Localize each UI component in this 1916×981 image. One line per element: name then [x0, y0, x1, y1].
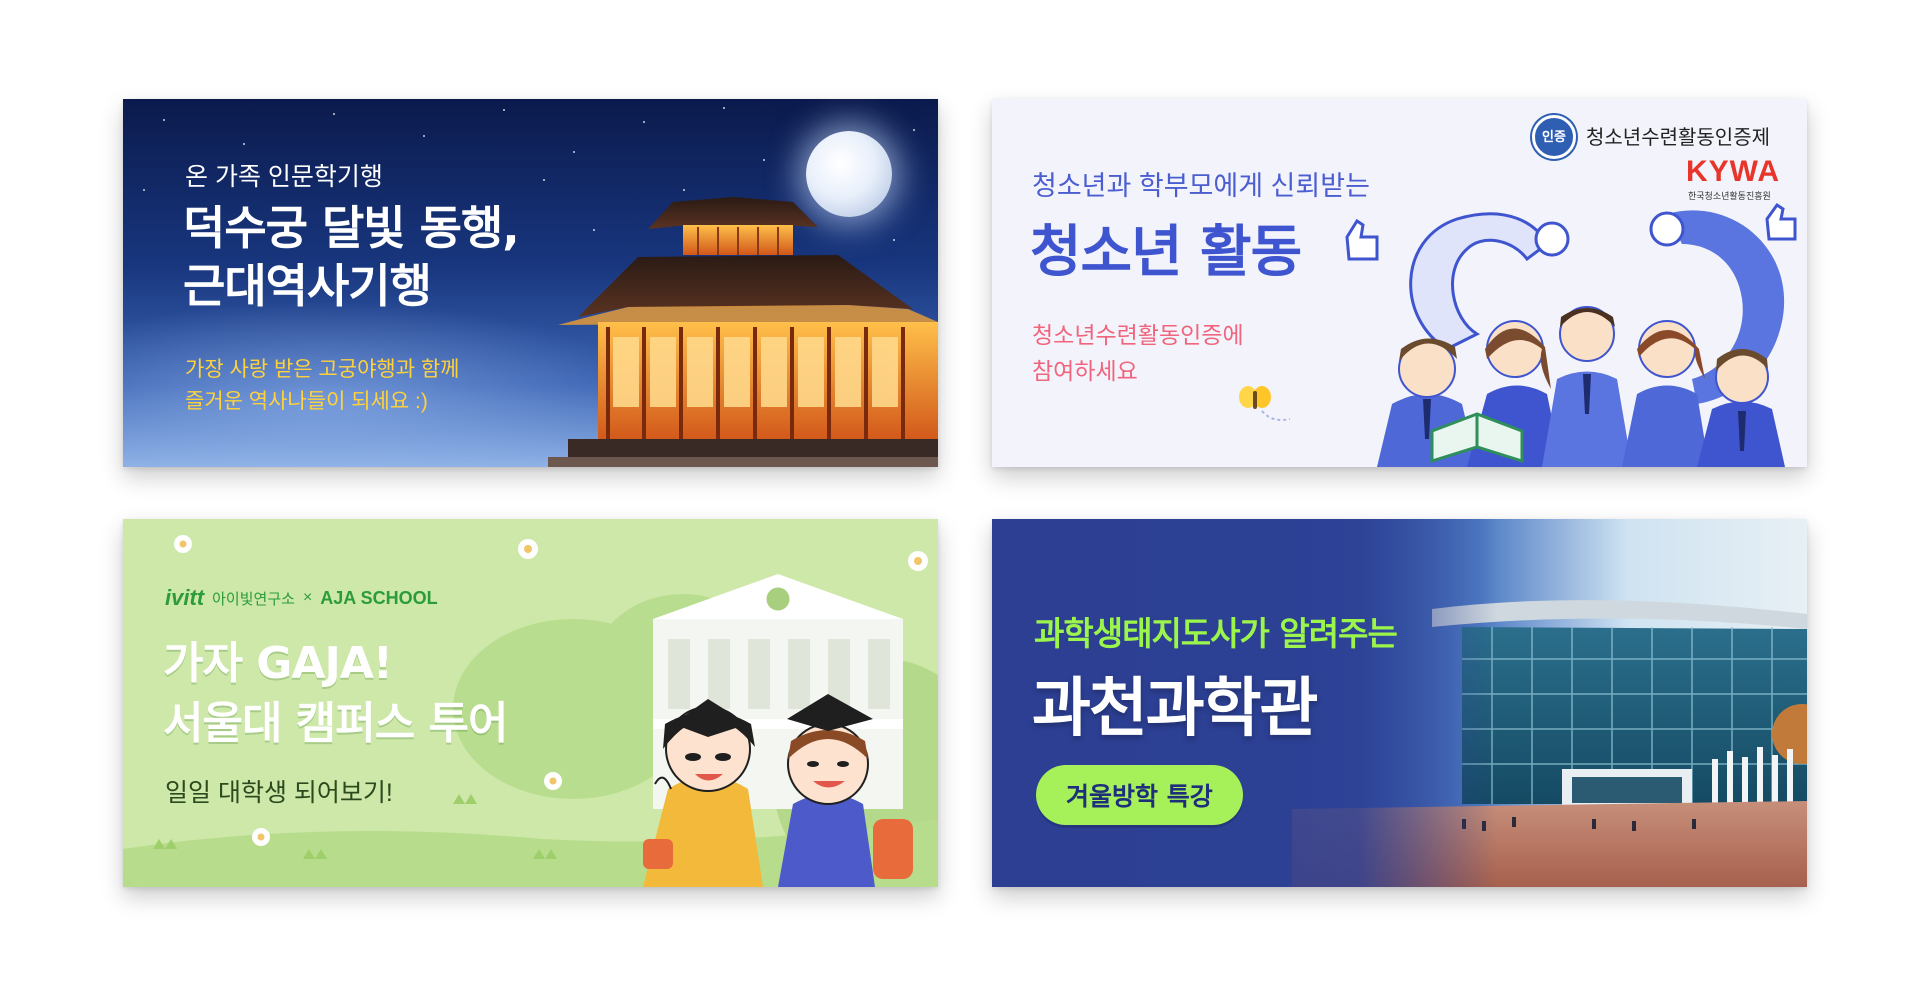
ivitt-logo: ivitt [165, 585, 205, 610]
students-illustration [1345, 202, 1797, 467]
subtitle-line: 가장 사랑 받은 고궁야행과 함께 [185, 358, 460, 381]
partner-brands: ivitt 아이빛연구소 × AJA SCHOOL [165, 585, 438, 611]
banner-grid: 온 가족 인문학기행 덕수궁 달빛 동행, 근대역사기행 가장 사랑 받은 고궁… [0, 0, 1916, 981]
banner-campus-tour[interactable]: ivitt 아이빛연구소 × AJA SCHOOL 가자 GAJA! 서울대 캠… [123, 519, 938, 887]
banner-subtitle: 가장 사랑 받은 고궁야행과 함께 즐거운 역사나들이 되세요 :) [185, 354, 460, 418]
title-line: 덕수궁 달빛 동행, [183, 201, 520, 255]
banner-eyebrow: 온 가족 인문학기행 [185, 163, 383, 191]
title-line: 가자 GAJA! [163, 638, 393, 689]
banner-subtitle: 일일 대학생 되어보기! [165, 779, 393, 807]
banner-youth-activity[interactable]: 인증 청소년수련활동인증제 KYWA 한국청소년활동진흥원 청소년과 학부모에게… [992, 99, 1807, 467]
banner-eyebrow: 청소년과 학부모에게 신뢰받는 [1032, 171, 1370, 201]
winter-special-pill: 겨울방학 특강 [1036, 765, 1243, 825]
banner-gwacheon-science[interactable]: 과학생태지도사가 알려주는 과천과학관 겨울방학 특강 [992, 519, 1807, 887]
banner-eyebrow: 과학생태지도사가 알려주는 [1034, 614, 1398, 653]
banner-subtitle: 청소년수련활동인증에 참여하세요 [1032, 317, 1244, 389]
title-line: 서울대 캠퍼스 투어 [163, 698, 508, 749]
subtitle-line: 참여하세요 [1032, 358, 1138, 384]
certification-badge-icon: 인증 [1532, 115, 1576, 159]
banner-title: 청소년 활동 [1030, 220, 1302, 285]
title-line: 근대역사기행 [183, 259, 432, 313]
butterfly-icon [1239, 386, 1291, 421]
palace-illustration [548, 197, 938, 467]
subtitle-line: 즐거운 역사나들이 되세요 :) [185, 390, 428, 413]
banner-title: 과천과학관 [1032, 672, 1318, 746]
certification-label: 청소년수련활동인증제 [1586, 127, 1770, 149]
banner-deoksugung[interactable]: 온 가족 인문학기행 덕수궁 달빛 동행, 근대역사기행 가장 사랑 받은 고궁… [123, 99, 938, 467]
aja-school-logo: AJA SCHOOL [320, 587, 438, 608]
banner-title: 가자 GAJA! 서울대 캠퍼스 투어 [163, 634, 508, 754]
subtitle-line: 청소년수련활동인증에 [1032, 322, 1244, 348]
collab-x: × [302, 589, 313, 606]
banner-title: 덕수궁 달빛 동행, 근대역사기행 [183, 199, 520, 315]
ivitt-name: 아이빛연구소 [212, 590, 295, 608]
kywa-logo: KYWA [1686, 155, 1780, 188]
